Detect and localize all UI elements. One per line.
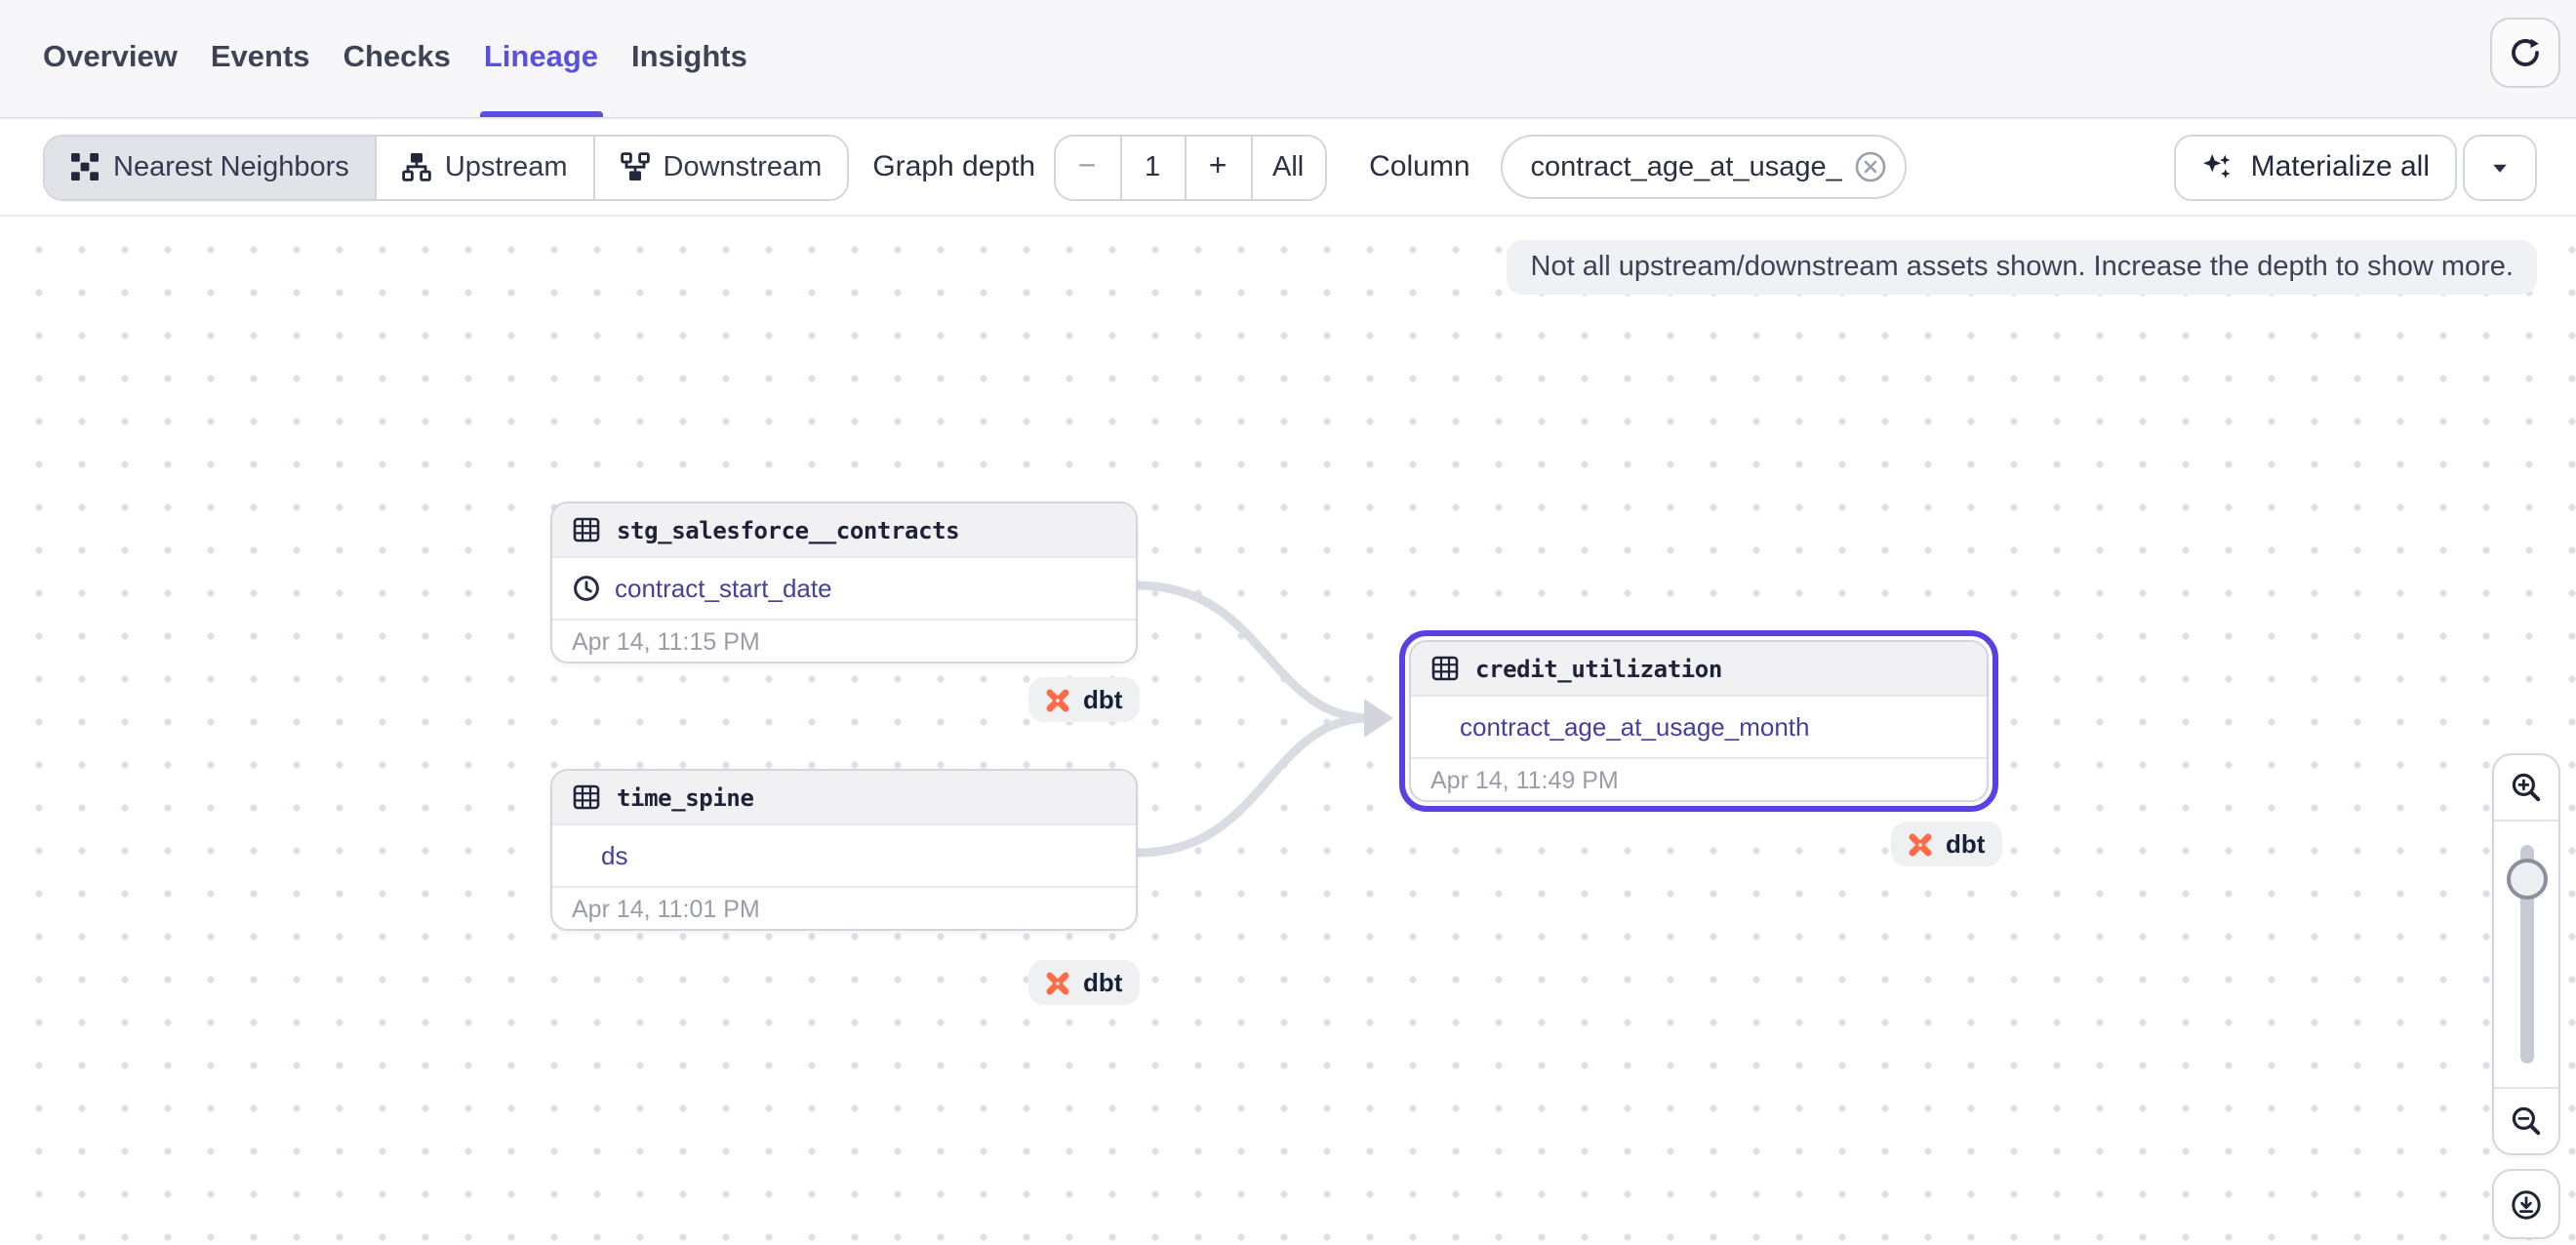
depth-notice: Not all upstream/downstream assets shown…: [1508, 240, 2537, 295]
node-credit-utilization-selected[interactable]: credit_utilization contract_age_at_usage…: [1399, 630, 1998, 812]
graph-depth-label: Graph depth: [872, 150, 1035, 183]
materialize-dropdown-button[interactable]: [2463, 134, 2537, 200]
depth-increment-button[interactable]: +: [1186, 136, 1252, 198]
dbt-badge: dbt: [1028, 677, 1140, 722]
dbt-badge-label: dbt: [1083, 685, 1122, 714]
column-name: contract_age_at_usage_month: [1460, 712, 1810, 742]
node-column-row[interactable]: ds: [552, 825, 1136, 888]
mode-nearest-neighbors[interactable]: Nearest Neighbors: [45, 136, 377, 198]
lineage-toolbar: Nearest Neighbors Upstream: [0, 119, 2576, 217]
sparkles-icon: [2202, 150, 2235, 183]
node-title: stg_salesforce__contracts: [617, 516, 959, 543]
column-filter-chip[interactable]: contract_age_at_usage_: [1502, 135, 1907, 199]
node-timestamp: Apr 14, 11:49 PM: [1430, 766, 1619, 793]
zoom-control-panel: [2492, 753, 2560, 1155]
depth-value: 1: [1121, 136, 1186, 198]
center-view-button[interactable]: [2492, 1169, 2560, 1239]
lineage-page: Overview Events Checks Lineage Insights: [0, 0, 2576, 1245]
column-label: Column: [1369, 150, 1469, 183]
dbt-logo-icon: [1042, 684, 1073, 715]
refresh-icon: [2508, 35, 2543, 70]
node-header: time_spine: [552, 771, 1136, 825]
node-column-row[interactable]: contract_start_date: [552, 558, 1136, 621]
chevron-down-icon: [2488, 155, 2512, 179]
nearest-neighbors-icon: [70, 152, 100, 181]
zoom-in-button[interactable]: [2494, 755, 2558, 822]
zoom-out-icon: [2509, 1104, 2544, 1139]
mode-segmented-control: Nearest Neighbors Upstream: [43, 134, 849, 200]
mode-downstream[interactable]: Downstream: [595, 136, 848, 198]
column-name: ds: [601, 841, 627, 870]
dbt-logo-icon: [1905, 828, 1936, 860]
upstream-icon: [402, 152, 431, 181]
center-view-icon: [2510, 1187, 2543, 1221]
zoom-slider-handle[interactable]: [2506, 859, 2547, 900]
clock-icon: [572, 574, 601, 603]
node-footer: Apr 14, 11:15 PM: [552, 621, 1136, 662]
table-icon: [1430, 654, 1460, 683]
dbt-logo-icon: [1042, 967, 1073, 998]
zoom-in-icon: [2509, 770, 2544, 805]
node-title: time_spine: [617, 783, 754, 811]
node-title: credit_utilization: [1475, 655, 1722, 682]
depth-all-button[interactable]: All: [1252, 136, 1324, 198]
node-footer: Apr 14, 11:01 PM: [552, 888, 1136, 929]
mode-label: Downstream: [664, 151, 823, 182]
tab-checks[interactable]: Checks: [343, 0, 451, 117]
materialize-all-label: Materialize all: [2251, 150, 2430, 183]
dbt-badge: dbt: [1891, 822, 2002, 866]
node-header: stg_salesforce__contracts: [552, 503, 1136, 558]
refresh-button[interactable]: [2490, 18, 2560, 88]
node-stg-salesforce-contracts[interactable]: stg_salesforce__contracts contract_start…: [550, 502, 1138, 663]
graph-depth-stepper: − 1 + All: [1053, 134, 1326, 200]
table-icon: [572, 515, 601, 544]
mode-label: Upstream: [445, 151, 568, 182]
materialize-split-button: Materialize all: [2175, 134, 2537, 200]
node-credit-utilization[interactable]: credit_utilization contract_age_at_usage…: [1409, 640, 1989, 802]
materialize-all-button[interactable]: Materialize all: [2175, 134, 2457, 200]
lineage-canvas[interactable]: Not all upstream/downstream assets shown…: [0, 217, 2576, 1245]
top-nav: Overview Events Checks Lineage Insights: [0, 0, 2576, 119]
dbt-badge-label: dbt: [1083, 968, 1122, 997]
node-footer: Apr 14, 11:49 PM: [1411, 759, 1987, 800]
downstream-icon: [621, 152, 650, 181]
lineage-edges: [0, 217, 2576, 1245]
node-column-row[interactable]: contract_age_at_usage_month: [1411, 697, 1987, 759]
table-icon: [572, 783, 601, 812]
tab-insights[interactable]: Insights: [631, 0, 747, 117]
dbt-badge: dbt: [1028, 960, 1140, 1005]
mode-upstream[interactable]: Upstream: [377, 136, 595, 198]
node-header: credit_utilization: [1411, 642, 1987, 697]
dbt-badge-label: dbt: [1946, 829, 1985, 859]
column-name: contract_start_date: [615, 574, 832, 603]
depth-decrement-button[interactable]: −: [1055, 136, 1121, 198]
node-timestamp: Apr 14, 11:01 PM: [572, 895, 760, 922]
zoom-slider: [2494, 822, 2558, 1087]
node-timestamp: Apr 14, 11:15 PM: [572, 627, 760, 655]
edge-arrowhead: [1364, 699, 1393, 738]
circle-x-icon[interactable]: [1854, 150, 1887, 183]
mode-label: Nearest Neighbors: [113, 151, 349, 182]
tab-lineage[interactable]: Lineage: [484, 0, 598, 117]
tab-overview[interactable]: Overview: [43, 0, 178, 117]
column-chip-text: contract_age_at_usage_: [1531, 151, 1842, 182]
tab-events[interactable]: Events: [211, 0, 310, 117]
zoom-out-button[interactable]: [2494, 1087, 2558, 1153]
node-time-spine[interactable]: time_spine ds Apr 14, 11:01 PM: [550, 769, 1138, 931]
